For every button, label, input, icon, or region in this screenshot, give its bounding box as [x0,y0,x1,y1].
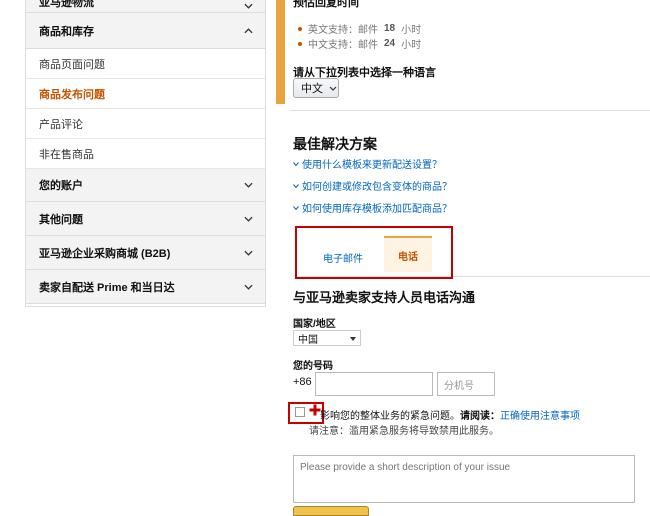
bullet-dot [298,26,302,31]
usage-notes-link[interactable]: 正确使用注意事项 [500,411,580,422]
solution-link[interactable]: 如何使用库存模板添加匹配商品？ [293,200,452,215]
urgent-issue-text: 影响您的整体业务的紧急问题。请阅读：正确使用注意事项 [320,407,580,422]
urgent-issue-label: 影响您的整体业务的紧急问题。 [320,411,460,422]
sidebar-item-product-reviews[interactable]: 产品评论 [26,109,265,139]
issue-description-textarea[interactable]: Please provide a short description of yo… [293,455,635,503]
abuse-warning-note: 请注意：滥用紧急服务将导致禁用此服务。 [309,426,499,437]
sidebar-category-label: 您的账户 [39,180,83,192]
chevron-down-icon [244,1,253,10]
extension-placeholder: 分机号 [444,380,474,392]
english-support-time: 英文支持：邮件 18 小时 [298,21,421,36]
chevron-down-icon [329,82,337,94]
tabs-highlight-box [295,226,453,279]
sidebar-category-label: 亚马逊物流 [39,0,94,9]
chevron-down-icon [293,180,299,191]
english-support-hours: 18 [384,23,396,34]
chevron-up-icon [244,26,253,35]
solution-link[interactable]: 如何创建或修改包含变体的商品？ [293,178,452,193]
chevron-down-icon [244,248,253,257]
checkbox-highlight-box [288,402,324,424]
country-select[interactable]: 中国 [293,330,361,346]
phone-number-label: 您的号码 [293,361,333,372]
bullet-dot [298,41,302,46]
sidebar-category-seller-fulfilled-prime[interactable]: 卖家自配送 Prime 和当日达 [26,270,265,304]
solution-link[interactable]: 使用什么模板来更新配送设置？ [293,156,442,171]
sidebar-item-label: 产品评论 [39,118,83,131]
read-label: 请阅读： [460,411,500,422]
extension-input[interactable]: 分机号 [437,372,495,396]
phone-number-input[interactable] [315,372,433,396]
accent-bar [276,0,285,104]
sidebar-category-label: 其他问题 [39,213,83,226]
chevron-down-icon [293,202,299,213]
sidebar-category-products-inventory[interactable]: 商品和库存 [26,13,265,49]
sidebar-item-label: 商品页面问题 [39,58,105,71]
sidebar-category-fba[interactable]: 亚马逊物流 [26,0,265,13]
country-code-prefix: +86 [293,376,312,388]
sidebar-category-label: 卖家自配送 Prime 和当日达 [39,281,175,294]
sidebar-item-label: 非在售商品 [39,148,94,161]
chevron-down-icon [244,282,253,291]
sidebar-item-inactive-products[interactable]: 非在售商品 [26,139,265,169]
solution-link-label: 使用什么模板来更新配送设置？ [302,160,442,171]
caret-down-icon [350,333,356,344]
solution-link-label: 如何使用库存模板添加匹配商品？ [302,204,452,215]
section-divider [290,110,650,111]
sidebar-item-listing-page-issues[interactable]: 商品页面问题 [26,49,265,79]
chinese-support-time: 中文支持：邮件 24 小时 [298,36,421,51]
chevron-down-icon [244,181,253,190]
chevron-down-icon [293,158,299,169]
english-support-label: 英文支持：邮件 [308,25,378,36]
chinese-support-label: 中文支持：邮件 [308,40,378,51]
chinese-support-hours: 24 [384,38,396,49]
sidebar-item-label: 商品发布问题 [39,88,105,101]
language-selected-value: 中文 [301,83,323,95]
best-solutions-title: 最佳解决方案 [293,136,377,152]
solution-link-label: 如何创建或修改包含变体的商品？ [302,182,452,193]
sidebar-category-your-account[interactable]: 您的账户 [26,169,265,202]
response-time-title: 预估回复时间 [293,0,359,9]
description-placeholder: Please provide a short description of yo… [300,462,511,473]
sidebar-category-b2b[interactable]: 亚马逊企业采购商城 (B2B) [26,236,265,270]
sidebar-item-listing-publish-issues[interactable]: 商品发布问题 [26,79,265,109]
language-select[interactable]: 中文 [293,78,339,98]
sidebar-category-label: 商品和库存 [39,25,94,38]
chinese-support-unit: 小时 [401,40,422,51]
chevron-down-icon [244,214,253,223]
help-sidebar: 亚马逊物流 商品和库存 商品页面问题 商品发布问题 产品评论 非在售商品 您的账… [25,0,266,307]
country-label: 国家/地区 [293,319,336,330]
sidebar-category-other-issues[interactable]: 其他问题 [26,202,265,236]
sidebar-category-label: 亚马逊企业采购商城 (B2B) [39,247,171,260]
call-me-button[interactable] [293,506,369,516]
country-selected-value: 中国 [298,334,318,346]
phone-section-title: 与亚马逊卖家支持人员电话沟通 [293,290,476,305]
english-support-unit: 小时 [401,25,422,36]
